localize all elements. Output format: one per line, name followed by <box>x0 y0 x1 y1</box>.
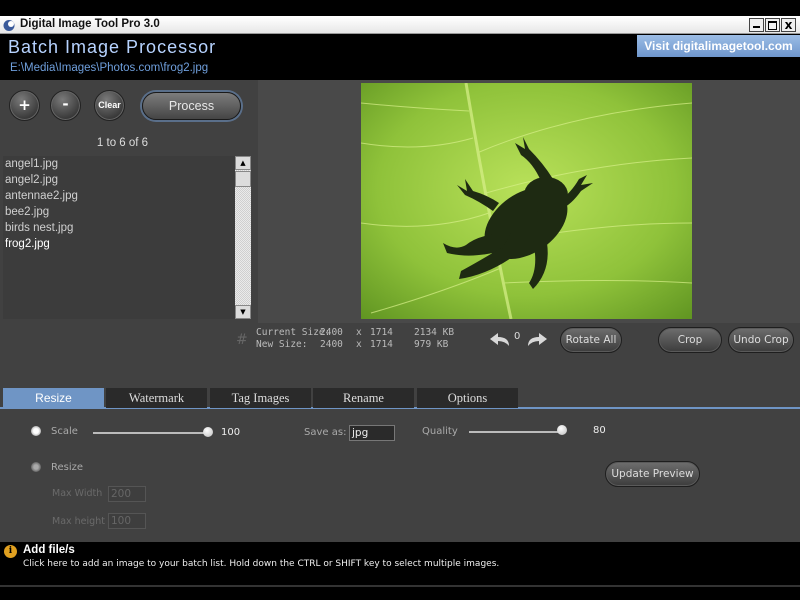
undo-crop-button[interactable]: Undo Crop <box>728 327 794 353</box>
process-button[interactable]: Process <box>142 92 241 120</box>
file-list-scrollbar[interactable]: ▲ ▼ <box>235 156 251 319</box>
app-logo-icon <box>3 20 15 31</box>
max-height-label: Max height <box>52 516 105 527</box>
bottom-divider <box>0 585 800 587</box>
new-width: 2400 <box>320 339 343 350</box>
hash-icon: # <box>236 332 248 348</box>
scroll-thumb[interactable] <box>235 171 251 187</box>
current-times: x <box>356 327 362 338</box>
scale-slider-track[interactable] <box>93 432 208 434</box>
window-titlebar: Digital Image Tool Pro 3.0 x <box>0 16 800 34</box>
rotate-all-button[interactable]: Rotate All <box>560 327 622 353</box>
size-widths: 2400 2400 <box>320 327 343 351</box>
list-item-selected[interactable]: frog2.jpg <box>3 236 235 252</box>
scale-radio[interactable] <box>31 426 41 436</box>
size-times: x x <box>356 327 362 351</box>
save-as-field[interactable]: jpg <box>349 425 395 441</box>
file-count: 1 to 6 of 6 <box>96 137 149 149</box>
quality-slider-handle[interactable] <box>557 425 567 435</box>
minimize-icon[interactable] <box>749 18 764 32</box>
resize-radio[interactable] <box>31 462 41 472</box>
save-as-label: Save as: <box>304 427 347 438</box>
list-item[interactable]: bee2.jpg <box>3 204 235 220</box>
clear-list-button[interactable]: Clear <box>94 90 125 121</box>
size-heights: 1714 1714 <box>370 327 393 351</box>
tab-watermark[interactable]: Watermark <box>106 388 207 408</box>
size-kb: 2134 KB 979 KB <box>414 327 454 351</box>
new-height: 1714 <box>370 339 393 350</box>
update-preview-button[interactable]: Update Preview <box>605 461 700 487</box>
status-bar: i Add file/s Click here to add an image … <box>0 542 800 600</box>
current-height: 1714 <box>370 327 393 338</box>
visit-website-link[interactable]: Visit digitalimagetool.com <box>637 35 800 57</box>
quality-slider-track[interactable] <box>469 431 564 433</box>
status-text: Click here to add an image to your batch… <box>23 559 500 569</box>
scroll-up-icon[interactable]: ▲ <box>235 156 251 170</box>
status-title: Add file/s <box>23 544 75 556</box>
maximize-icon[interactable] <box>765 18 780 32</box>
list-item[interactable]: angel1.jpg <box>3 156 235 172</box>
scroll-down-icon[interactable]: ▼ <box>235 305 251 319</box>
tab-tag-images[interactable]: Tag Images <box>210 388 311 408</box>
main-panel: + - Clear Process 1 to 6 of 6 angel1.jpg… <box>0 80 800 542</box>
app-title: Batch Image Processor <box>8 37 217 57</box>
max-height-field[interactable]: 100 <box>108 513 146 529</box>
quality-label: Quality <box>422 426 458 437</box>
remove-file-button[interactable]: - <box>50 90 81 121</box>
close-icon[interactable]: x <box>781 18 796 32</box>
max-width-field[interactable]: 200 <box>108 486 146 502</box>
current-filesize: 2134 KB <box>414 327 455 338</box>
tab-options[interactable]: Options <box>417 388 518 408</box>
tab-resize[interactable]: Resize <box>3 388 104 408</box>
crop-button[interactable]: Crop <box>658 327 722 353</box>
list-item[interactable]: angel2.jpg <box>3 172 235 188</box>
file-list[interactable]: angel1.jpg angel2.jpg antennae2.jpg bee2… <box>3 156 235 319</box>
scale-label: Scale <box>51 426 78 437</box>
preview-image <box>361 83 692 319</box>
scale-value: 100 <box>221 427 241 438</box>
add-file-button[interactable]: + <box>9 90 40 121</box>
new-times: x <box>356 339 362 350</box>
tab-rename[interactable]: Rename <box>313 388 414 408</box>
undo-rotate-icon[interactable] <box>489 332 511 348</box>
window-title: Digital Image Tool Pro 3.0 <box>20 18 160 30</box>
app-header: Batch Image Processor E:\Media\Images\Ph… <box>0 35 800 80</box>
file-path: E:\Media\Images\Photos.com\frog2.jpg <box>10 62 209 74</box>
new-filesize: 979 KB <box>414 339 449 350</box>
list-item[interactable]: antennae2.jpg <box>3 188 235 204</box>
redo-rotate-icon[interactable] <box>526 332 548 348</box>
max-width-label: Max Width <box>52 488 103 499</box>
current-width: 2400 <box>320 327 343 338</box>
list-item[interactable]: birds nest.jpg <box>3 220 235 236</box>
quality-value: 80 <box>593 425 606 436</box>
rotation-count: 0 <box>514 331 521 342</box>
scale-slider-handle[interactable] <box>203 427 213 437</box>
info-icon: i <box>4 545 17 558</box>
tab-bar: Resize Watermark Tag Images Rename Optio… <box>0 387 800 409</box>
resize-label: Resize <box>51 462 84 473</box>
